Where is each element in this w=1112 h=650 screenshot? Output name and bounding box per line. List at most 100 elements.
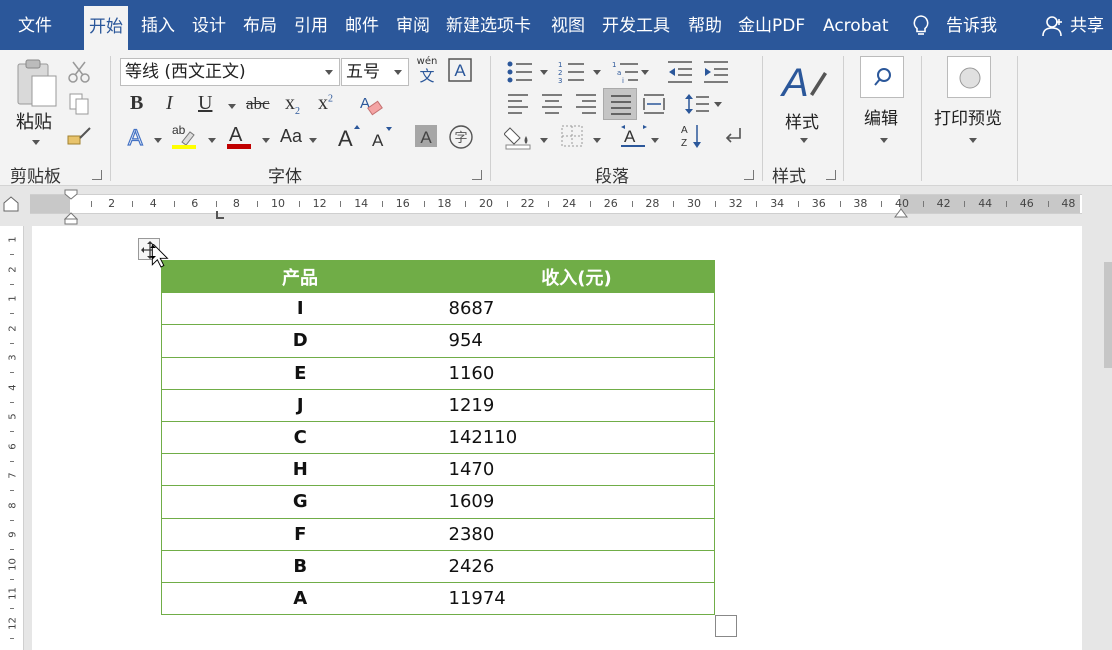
chinese-layout-icon[interactable]: A — [620, 124, 648, 150]
chevron-down-icon[interactable] — [309, 138, 317, 143]
tab-kingsoft-pdf[interactable]: 金山PDF — [738, 0, 805, 50]
header-revenue[interactable]: 收入(元) — [438, 259, 715, 294]
bullets-icon[interactable] — [506, 60, 534, 84]
tab-design[interactable]: 设计 — [192, 0, 226, 50]
strikethrough-icon[interactable]: abc — [246, 94, 270, 114]
font-size-combo[interactable]: 五号 — [341, 58, 409, 86]
tab-references[interactable]: 引用 — [294, 0, 328, 50]
revenue-cell[interactable]: 8687 — [438, 292, 715, 326]
character-shading-icon[interactable]: A — [414, 124, 438, 148]
right-indent-marker-icon[interactable] — [894, 207, 908, 219]
revenue-cell[interactable]: 1609 — [438, 485, 715, 519]
font-color-icon[interactable]: A — [226, 122, 254, 150]
numbering-icon[interactable]: 1 2 3 — [558, 60, 586, 84]
decrease-indent-icon[interactable] — [666, 60, 694, 84]
chevron-down-icon[interactable] — [593, 70, 601, 75]
text-effects-icon[interactable]: A — [124, 124, 150, 150]
product-cell[interactable]: A — [161, 581, 439, 616]
revenue-cell[interactable]: 1470 — [438, 453, 715, 487]
chevron-down-icon[interactable] — [641, 70, 649, 75]
product-cell[interactable]: J — [161, 388, 439, 422]
paste-label[interactable]: 粘贴 — [16, 108, 52, 134]
grow-font-icon[interactable]: A — [336, 122, 362, 150]
revenue-cell[interactable]: 142110 — [438, 420, 715, 455]
chevron-down-icon[interactable] — [651, 138, 659, 143]
lightbulb-icon[interactable] — [912, 14, 930, 38]
chevron-down-icon[interactable] — [262, 138, 270, 143]
cut-icon[interactable] — [66, 60, 92, 84]
borders-icon[interactable] — [560, 124, 584, 148]
revenue-cell[interactable]: 1219 — [438, 388, 715, 422]
chevron-down-icon[interactable] — [394, 70, 402, 75]
chevron-down-icon[interactable] — [228, 104, 236, 109]
chevron-down-icon[interactable] — [540, 138, 548, 143]
chevron-down-icon[interactable] — [154, 138, 162, 143]
header-product[interactable]: 产品 — [161, 259, 439, 294]
shading-icon[interactable] — [504, 124, 534, 150]
increase-indent-icon[interactable] — [702, 60, 730, 84]
horizontal-ruler[interactable]: 2 4 6 8 10 12 14 16 18 20 22 24 26 28 30 32 34 36 38 40 42 44… — [30, 194, 1082, 214]
scrollbar-thumb[interactable] — [1104, 262, 1112, 368]
font-launcher-icon[interactable] — [472, 170, 482, 180]
tab-stop-marker[interactable] — [216, 211, 224, 219]
product-cell[interactable]: D — [161, 324, 439, 358]
product-cell[interactable]: G — [161, 485, 439, 519]
highlight-icon[interactable]: ab — [170, 122, 200, 150]
font-name-combo[interactable]: 等线 (西文正文) — [120, 58, 340, 86]
enclose-characters-icon[interactable]: 字 — [448, 124, 474, 150]
revenue-cell[interactable]: 1160 — [438, 356, 715, 390]
revenue-cell[interactable]: 11974 — [438, 581, 715, 616]
find-button[interactable] — [860, 56, 904, 98]
editing-label[interactable]: 编辑 — [864, 104, 898, 129]
justify-button[interactable] — [603, 88, 637, 120]
line-spacing-icon[interactable] — [684, 92, 710, 116]
revenue-cell[interactable]: 2426 — [438, 549, 715, 583]
distributed-icon[interactable] — [642, 92, 666, 116]
tab-view[interactable]: 视图 — [551, 0, 585, 50]
chevron-down-icon[interactable] — [714, 102, 722, 107]
product-cell[interactable]: C — [161, 420, 439, 455]
tab-mailings[interactable]: 邮件 — [345, 0, 379, 50]
tab-acrobat[interactable]: Acrobat — [823, 0, 889, 50]
chevron-down-icon[interactable] — [880, 138, 888, 143]
format-painter-icon[interactable] — [66, 124, 92, 148]
shrink-font-icon[interactable]: A — [370, 124, 396, 150]
copy-icon[interactable] — [68, 92, 90, 116]
subscript-icon[interactable]: x2 — [285, 92, 300, 117]
tell-me-search[interactable]: 告诉我 — [946, 0, 997, 50]
chevron-down-icon[interactable] — [208, 138, 216, 143]
revenue-table[interactable]: 产品 收入(元) I 8687 D 954 E 1160 J 1219 C 142110 H 1470… — [161, 259, 715, 616]
chevron-down-icon[interactable] — [969, 138, 977, 143]
tab-layout[interactable]: 布局 — [243, 0, 277, 50]
styles-icon[interactable]: A — [780, 56, 828, 104]
multilevel-list-icon[interactable]: 1 a i — [612, 60, 640, 84]
product-cell[interactable]: I — [161, 292, 439, 326]
product-cell[interactable]: H — [161, 453, 439, 487]
tab-home[interactable]: 开始 — [84, 6, 128, 50]
indent-marker-icon[interactable] — [64, 189, 78, 225]
chevron-down-icon[interactable] — [540, 70, 548, 75]
revenue-cell[interactable]: 954 — [438, 324, 715, 358]
tab-file[interactable]: 文件 — [18, 0, 52, 50]
bold-icon[interactable]: B — [130, 92, 143, 115]
chevron-down-icon[interactable] — [325, 70, 333, 75]
paragraph-launcher-icon[interactable] — [744, 170, 754, 180]
print-preview-button[interactable] — [947, 56, 991, 98]
chevron-down-icon[interactable] — [593, 138, 601, 143]
superscript-icon[interactable]: x2 — [318, 92, 333, 115]
clipboard-launcher-icon[interactable] — [92, 170, 102, 180]
paste-dropdown-arrow[interactable] — [32, 140, 40, 145]
tab-new-tab[interactable]: 新建选项卡 — [446, 0, 531, 50]
change-case-icon[interactable]: Aa — [280, 126, 302, 147]
show-paragraph-marks-icon[interactable] — [722, 124, 746, 148]
phonetic-guide-button[interactable]: wén 文 — [416, 56, 438, 86]
italic-icon[interactable]: I — [166, 92, 173, 115]
tab-selector-icon[interactable] — [2, 195, 20, 213]
chevron-down-icon[interactable] — [800, 138, 808, 143]
align-left-icon[interactable] — [506, 92, 530, 116]
product-cell[interactable]: F — [161, 517, 439, 551]
character-border-icon[interactable]: A — [448, 58, 472, 82]
clear-formatting-icon[interactable]: A — [358, 92, 384, 118]
table-resize-handle[interactable] — [715, 615, 737, 637]
revenue-cell[interactable]: 2380 — [438, 517, 715, 551]
